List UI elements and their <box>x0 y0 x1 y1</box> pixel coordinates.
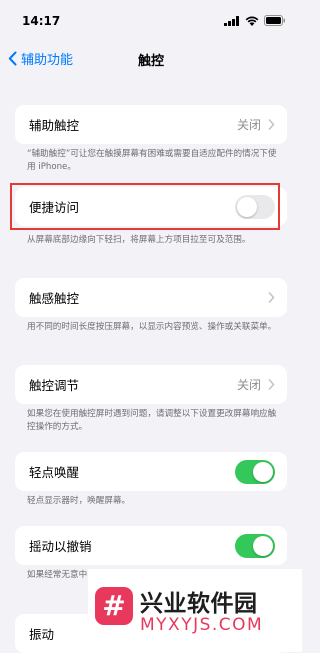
watermark: # 兴业软件园 MYXYJS.COM <box>88 569 302 652</box>
chevron-right-icon <box>268 292 275 303</box>
haptic-touch-label: 触感触控 <box>29 291 80 306</box>
assistive-touch-label: 辅助触控 <box>29 118 80 133</box>
assistive-touch-card: 辅助触控 关闭 <box>15 105 287 144</box>
watermark-domain: MYXYJS.COM <box>140 615 264 635</box>
chevron-right-icon <box>268 119 275 130</box>
touch-accommodations-description: 如果您在使用触控屏时遇到问题，请调整以下设置更改屏幕响应触控操作的方式。 <box>27 409 277 432</box>
vibration-label: 振动 <box>29 627 55 642</box>
tap-to-wake-label: 轻点唤醒 <box>29 465 80 480</box>
shake-to-undo-row: 摇动以撤销 <box>15 526 287 565</box>
status-time: 14:17 <box>22 14 61 28</box>
toggle-knob <box>253 536 273 556</box>
reachability-description: 从屏幕底部边缘向下轻扫，将屏幕上方项目拉至可及范围。 <box>27 235 251 245</box>
assistive-touch-description: “辅助触控”可让您在触摸屏幕有困难或需要自适应配件的情况下使用 iPhone。 <box>27 149 277 172</box>
touch-accommodations-label: 触控调节 <box>29 378 80 393</box>
watermark-logo: # <box>95 587 133 625</box>
tap-to-wake-row: 轻点唤醒 <box>15 452 287 491</box>
tap-to-wake-toggle[interactable] <box>235 460 275 484</box>
toggle-knob <box>253 462 273 482</box>
touch-accommodations-value: 关闭 <box>236 378 261 392</box>
haptic-touch-description: 用不同的时间长度按压屏幕，以显示内容预览、操作或关联菜单。 <box>27 322 277 332</box>
cellular-signal-icon <box>224 15 239 26</box>
haptic-touch-card: 触感触控 <box>15 278 287 317</box>
haptic-touch-row[interactable]: 触感触控 <box>15 278 287 317</box>
assistive-touch-row[interactable]: 辅助触控 关闭 <box>15 105 287 144</box>
tap-to-wake-description: 轻点显示器时，唤醒屏幕。 <box>27 496 131 506</box>
status-icons <box>224 15 286 26</box>
touch-accommodations-card: 触控调节 关闭 <box>15 365 287 404</box>
shake-to-undo-card: 摇动以撤销 <box>15 526 287 565</box>
shake-to-undo-description: 如果经常无意中摇动到 iPhone，您可以停用“摇动以撤销”来避免... <box>27 570 87 580</box>
navigation-bar: 辅助功能 触控 <box>0 44 302 74</box>
watermark-title: 兴业软件园 <box>140 591 258 617</box>
shake-to-undo-toggle[interactable] <box>235 534 275 558</box>
assistive-touch-value: 关闭 <box>236 118 261 132</box>
shake-to-undo-label: 摇动以撤销 <box>29 539 92 554</box>
chevron-right-icon <box>268 379 275 390</box>
touch-accommodations-row[interactable]: 触控调节 关闭 <box>15 365 287 404</box>
status-bar: 14:17 <box>0 0 302 40</box>
tap-to-wake-card: 轻点唤醒 <box>15 452 287 491</box>
highlight-box <box>10 183 280 230</box>
page-title: 触控 <box>137 54 164 69</box>
battery-icon <box>264 15 285 26</box>
wifi-icon <box>245 16 259 26</box>
